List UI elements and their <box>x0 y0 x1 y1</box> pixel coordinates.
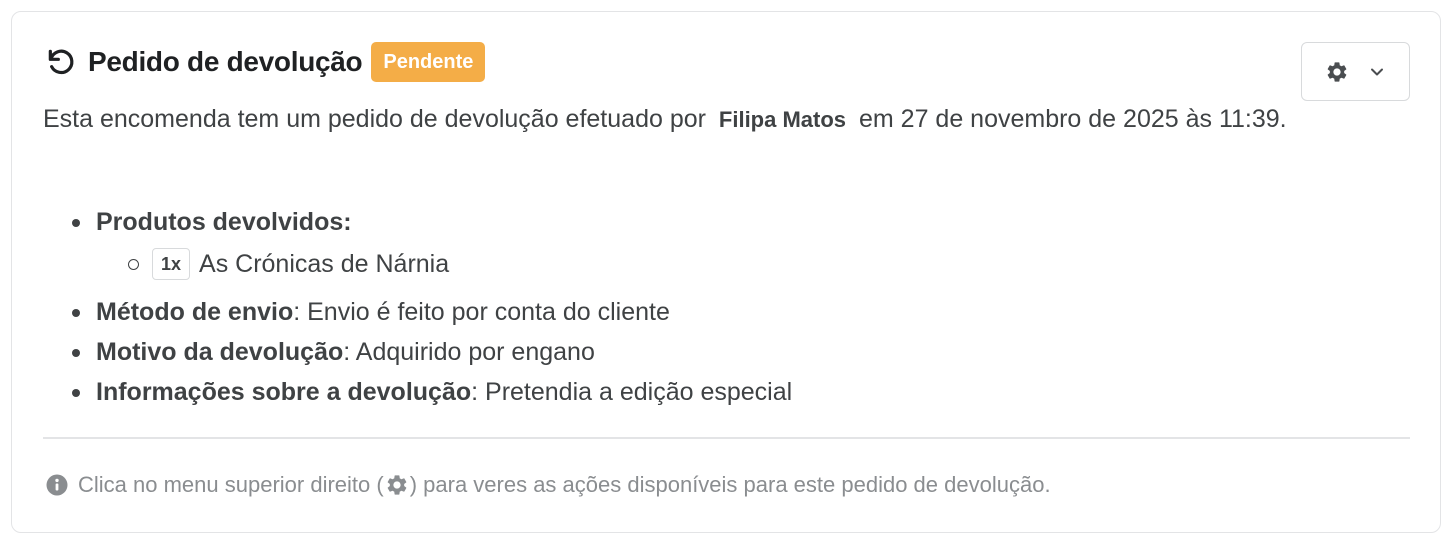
card-header: Pedido de devolução Pendente <box>44 42 486 82</box>
return-details-list: Produtos devolvidos: 1x As Crónicas de Ná… <box>71 202 793 412</box>
return-description: Esta encomenda tem um pedido de devoluçã… <box>43 98 1293 141</box>
list-item: Produtos devolvidos: 1x As Crónicas de Ná… <box>71 202 792 284</box>
shipping-label: Método de envio <box>96 298 294 326</box>
gear-icon <box>385 473 409 497</box>
info-value: : Pretendia a edição especial <box>471 378 793 406</box>
quantity-badge: 1x <box>152 248 191 280</box>
products-list: 1x As Crónicas de Nárnia <box>127 244 792 284</box>
products-label: Produtos devolvidos: <box>96 208 352 236</box>
return-request-card: Pedido de devolução Pendente Esta encome… <box>11 11 1441 533</box>
shipping-value: : Envio é feito por conta do cliente <box>293 298 670 326</box>
undo-icon <box>44 45 78 79</box>
list-item: Informações sobre a devolução: Pretendia… <box>71 372 793 412</box>
actions-menu-button[interactable] <box>1301 42 1410 101</box>
note-text-after: ) para veres as ações disponíveis para e… <box>409 472 1051 497</box>
intro-text-after: em 27 de novembro de 2025 às 11:39. <box>858 105 1287 133</box>
page-title: Pedido de devolução <box>88 46 363 77</box>
gear-icon <box>1325 60 1349 84</box>
intro-text-before: Esta encomenda tem um pedido de devoluçã… <box>43 105 706 133</box>
info-icon <box>46 474 68 496</box>
reason-label: Motivo da devolução <box>96 338 344 366</box>
list-item: Método de envio: Envio é feito por conta… <box>71 292 792 332</box>
product-name: As Crónicas de Nárnia <box>199 250 450 278</box>
list-item: Motivo da devolução: Adquirido por engan… <box>71 332 792 372</box>
help-note: Clica no menu superior direito ( ) para … <box>46 472 1051 498</box>
note-text-before: Clica no menu superior direito ( <box>78 472 384 497</box>
customer-name: Filipa Matos <box>718 107 847 132</box>
chevron-down-icon <box>1367 62 1387 82</box>
info-label: Informações sobre a devolução <box>96 378 472 406</box>
status-badge: Pendente <box>371 42 486 82</box>
reason-value: : Adquirido por engano <box>343 338 595 366</box>
product-item: 1x As Crónicas de Nárnia <box>127 244 792 284</box>
divider <box>43 437 1410 439</box>
